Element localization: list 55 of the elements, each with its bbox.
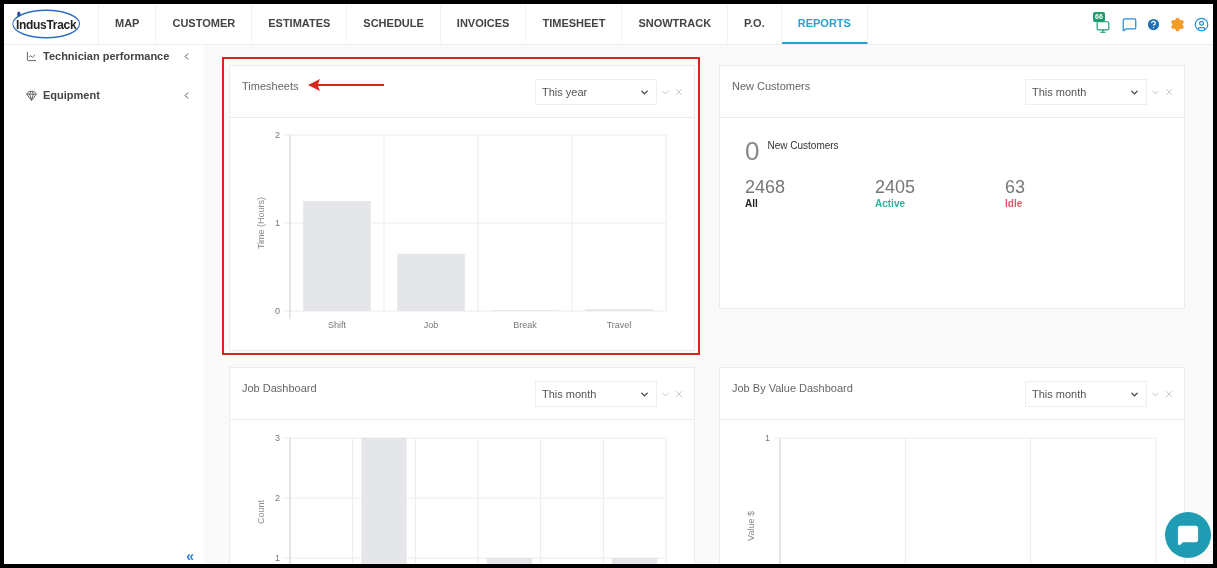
nav-tab[interactable]: CUSTOMER (156, 4, 253, 44)
axis-category-label: Job (423, 320, 439, 330)
stat-label: Idle (1005, 197, 1024, 211)
axis-tick-label: 1 (765, 433, 770, 443)
widget-title: Job By Value Dashboard (732, 381, 853, 396)
close-icon[interactable] (674, 389, 684, 399)
close-icon[interactable] (1164, 389, 1174, 399)
nav-tab[interactable]: INVOICES (440, 4, 527, 44)
nav-tab[interactable]: SNOWTRACK (622, 4, 729, 44)
widget-title: New Customers (732, 79, 811, 94)
axis-category-label: Travel (606, 320, 632, 330)
logo[interactable]: IndusTrack (12, 9, 81, 39)
sidebar-item[interactable]: Equipment (4, 67, 204, 123)
arrow-icon (308, 79, 384, 91)
axis-tick-label: 0 (275, 306, 280, 316)
nav-tab[interactable]: MAP (99, 4, 157, 44)
stat-value: 2405 (875, 178, 917, 196)
stat-value: 2468 (745, 178, 787, 196)
axis-category-label: Shift (328, 320, 346, 330)
y-axis-label: Value $ (746, 511, 756, 541)
close-icon[interactable] (1164, 87, 1174, 97)
user-icon[interactable] (1194, 16, 1209, 32)
nav-tab[interactable]: SCHEDULE (347, 4, 441, 44)
new-customers-count: 0 (745, 138, 760, 164)
widget-title: Job Dashboard (242, 381, 317, 396)
stat-label: Active (875, 197, 906, 211)
widget-title: Timesheets (242, 79, 299, 94)
axis-tick-label: 1 (275, 218, 280, 228)
settings-icon[interactable] (1170, 16, 1185, 32)
help-icon[interactable] (1146, 16, 1161, 32)
period-select[interactable]: This year (535, 79, 657, 105)
stat-label: All (745, 197, 759, 211)
gem-icon (26, 89, 37, 101)
chart-icon (26, 50, 37, 62)
period-select[interactable]: This month (1025, 79, 1147, 105)
stat-value: 63 (1005, 178, 1027, 196)
axis-tick-label: 2 (275, 493, 280, 503)
chat-bubble-button[interactable] (1165, 512, 1211, 558)
axis-category-label: Break (513, 320, 537, 330)
chat-icon[interactable] (1122, 16, 1137, 32)
chat-icon (1177, 524, 1199, 546)
axis-tick-label: 1 (275, 553, 280, 563)
period-select[interactable]: This month (1025, 381, 1147, 407)
nav-tab[interactable]: P.O. (728, 4, 782, 44)
axis-tick-label: 2 (275, 130, 280, 140)
nav-tab[interactable]: TIMESHEET (526, 4, 623, 44)
axis-tick-label: 3 (275, 433, 280, 443)
sidebar-item[interactable]: Technician performance (4, 45, 204, 67)
period-select[interactable]: This month (535, 381, 657, 407)
new-customers-label: New Customers (767, 139, 839, 153)
nav-tab[interactable]: ESTIMATES (252, 4, 348, 44)
close-icon[interactable] (674, 87, 684, 97)
y-axis-label: Time (Hours) (256, 196, 266, 250)
y-axis-label: Count (256, 500, 266, 524)
collapse-sidebar-button[interactable]: « (186, 549, 194, 563)
